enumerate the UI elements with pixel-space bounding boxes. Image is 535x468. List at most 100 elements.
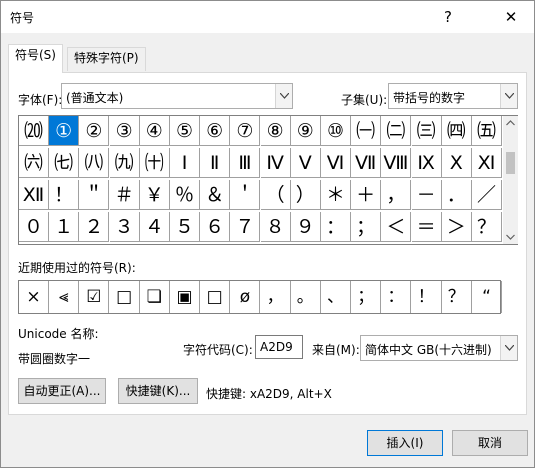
- symbol-cell[interactable]: Ⅵ: [321, 148, 351, 178]
- symbol-cell[interactable]: １: [49, 212, 80, 242]
- symbol-cell[interactable]: ４: [139, 212, 170, 242]
- symbol-cell[interactable]: ①: [49, 116, 80, 146]
- char-code-input[interactable]: [256, 336, 302, 358]
- symbol-cell[interactable]: ＊: [321, 180, 351, 210]
- symbol-cell[interactable]: ％: [170, 180, 200, 210]
- symbol-cell[interactable]: ㈢: [411, 116, 442, 146]
- shortcut-key-button[interactable]: 快捷键(K)...: [118, 378, 198, 404]
- recent-symbol-cell[interactable]: 。: [291, 281, 321, 313]
- symbol-cell[interactable]: ㈡: [381, 116, 412, 146]
- symbol-cell[interactable]: ，: [381, 180, 412, 210]
- symbol-cell[interactable]: ＜: [381, 212, 412, 242]
- recent-symbol-cell[interactable]: ；: [351, 281, 382, 313]
- symbol-cell[interactable]: Ⅷ: [381, 148, 412, 178]
- symbol-cell[interactable]: Ⅴ: [290, 148, 321, 178]
- symbol-cell[interactable]: ７: [230, 212, 261, 242]
- autocorrect-button[interactable]: 自动更正(A)...: [18, 378, 106, 404]
- symbol-cell[interactable]: －: [411, 180, 442, 210]
- symbol-cell[interactable]: ⑧: [260, 116, 291, 146]
- symbol-cell[interactable]: ③: [109, 116, 140, 146]
- symbol-cell[interactable]: ？: [472, 212, 502, 242]
- symbol-cell[interactable]: Ⅻ: [19, 180, 49, 210]
- symbol-cell[interactable]: ＋: [351, 180, 382, 210]
- recent-symbol-cell[interactable]: ：: [381, 281, 412, 313]
- font-select[interactable]: (普通文本): [61, 83, 293, 109]
- symbol-cell[interactable]: ＇: [230, 180, 261, 210]
- recent-symbol-cell[interactable]: ☑: [79, 281, 110, 313]
- symbol-cell[interactable]: ㈥: [19, 148, 49, 178]
- recent-symbol-cell[interactable]: ！: [412, 281, 442, 313]
- symbol-cell[interactable]: ＂: [79, 180, 110, 210]
- symbol-cell[interactable]: ②: [79, 116, 110, 146]
- symbol-cell[interactable]: Ⅺ: [472, 148, 502, 178]
- recent-symbol-cell[interactable]: □: [110, 281, 140, 313]
- symbol-cell[interactable]: Ⅲ: [230, 148, 261, 178]
- symbol-cell[interactable]: ２: [79, 212, 110, 242]
- symbol-cell[interactable]: ⒇: [19, 116, 49, 146]
- scroll-up-icon[interactable]: [503, 116, 518, 130]
- tab-special-characters[interactable]: 特殊字符(P): [67, 47, 146, 71]
- symbol-cell[interactable]: Ⅶ: [351, 148, 382, 178]
- recent-symbol-cell[interactable]: 、: [321, 281, 351, 313]
- symbol-cell[interactable]: ！: [49, 180, 80, 210]
- symbol-cell[interactable]: ㈩: [139, 148, 170, 178]
- symbol-cell[interactable]: ／: [472, 180, 502, 210]
- cancel-button[interactable]: 取消: [452, 430, 528, 456]
- help-button[interactable]: ?: [425, 1, 471, 33]
- symbol-cell[interactable]: ．: [441, 180, 472, 210]
- recent-symbol-cell[interactable]: ▣: [170, 281, 200, 313]
- recent-symbol-cell[interactable]: ？: [442, 281, 472, 313]
- recent-symbol-cell[interactable]: ，: [261, 281, 291, 313]
- symbol-cell[interactable]: ⑨: [290, 116, 321, 146]
- recent-symbol-cell[interactable]: ø: [230, 281, 261, 313]
- symbol-cell[interactable]: ＞: [441, 212, 472, 242]
- symbol-cell[interactable]: ㈦: [49, 148, 80, 178]
- symbol-cell[interactable]: ＃: [109, 180, 140, 210]
- symbol-cell[interactable]: ④: [139, 116, 170, 146]
- symbol-cell[interactable]: ＝: [411, 212, 442, 242]
- scroll-down-icon[interactable]: [503, 230, 518, 244]
- symbol-cell[interactable]: ）: [290, 180, 321, 210]
- tab-symbols[interactable]: 符号(S): [8, 44, 63, 73]
- recent-label: 近期使用过的符号(R):: [18, 261, 136, 275]
- symbol-cell[interactable]: ㈤: [472, 116, 502, 146]
- symbol-cell[interactable]: Ⅰ: [170, 148, 200, 178]
- scroll-thumb[interactable]: [506, 152, 515, 174]
- from-select[interactable]: 简体中文 GB(十六进制): [360, 335, 518, 361]
- symbol-cell[interactable]: ㈣: [441, 116, 472, 146]
- symbol-cell[interactable]: ⑦: [230, 116, 261, 146]
- symbol-cell[interactable]: ＆: [200, 180, 231, 210]
- subset-select[interactable]: 带括号的数字: [388, 83, 518, 109]
- symbol-cell[interactable]: ９: [290, 212, 321, 242]
- grid-scrollbar[interactable]: [503, 116, 518, 244]
- symbol-cell[interactable]: ⑤: [170, 116, 200, 146]
- symbol-cell[interactable]: ㈧: [79, 148, 110, 178]
- close-button[interactable]: ✕: [488, 1, 534, 33]
- symbol-cell[interactable]: ⑥: [200, 116, 231, 146]
- symbol-cell[interactable]: ５: [170, 212, 200, 242]
- symbol-cell[interactable]: ㈠: [351, 116, 382, 146]
- from-label: 来自(M):: [312, 343, 360, 357]
- symbol-cell[interactable]: Ⅱ: [200, 148, 231, 178]
- symbol-cell[interactable]: ０: [19, 212, 49, 242]
- symbol-cell[interactable]: ；: [351, 212, 382, 242]
- char-code-field[interactable]: [255, 335, 303, 359]
- symbol-cell[interactable]: ６: [200, 212, 231, 242]
- recent-symbol-cell[interactable]: “: [472, 281, 502, 313]
- symbol-cell[interactable]: Ⅳ: [260, 148, 291, 178]
- symbol-cell[interactable]: ⑩: [321, 116, 351, 146]
- recent-symbol-cell[interactable]: ×: [19, 281, 49, 313]
- insert-button[interactable]: 插入(I): [367, 430, 443, 456]
- symbol-cell[interactable]: ㈨: [109, 148, 140, 178]
- recent-symbol-cell[interactable]: ❏: [140, 281, 170, 313]
- symbol-cell[interactable]: ：: [321, 212, 351, 242]
- symbol-cell[interactable]: Ⅹ: [441, 148, 472, 178]
- symbol-cell[interactable]: ８: [260, 212, 291, 242]
- font-label: 字体(F):: [18, 93, 63, 107]
- symbol-cell[interactable]: ￥: [139, 180, 170, 210]
- recent-symbol-cell[interactable]: □: [200, 281, 231, 313]
- symbol-cell[interactable]: （: [260, 180, 291, 210]
- recent-symbol-cell[interactable]: ⪡: [49, 281, 80, 313]
- symbol-cell[interactable]: ３: [109, 212, 140, 242]
- symbol-cell[interactable]: Ⅸ: [411, 148, 442, 178]
